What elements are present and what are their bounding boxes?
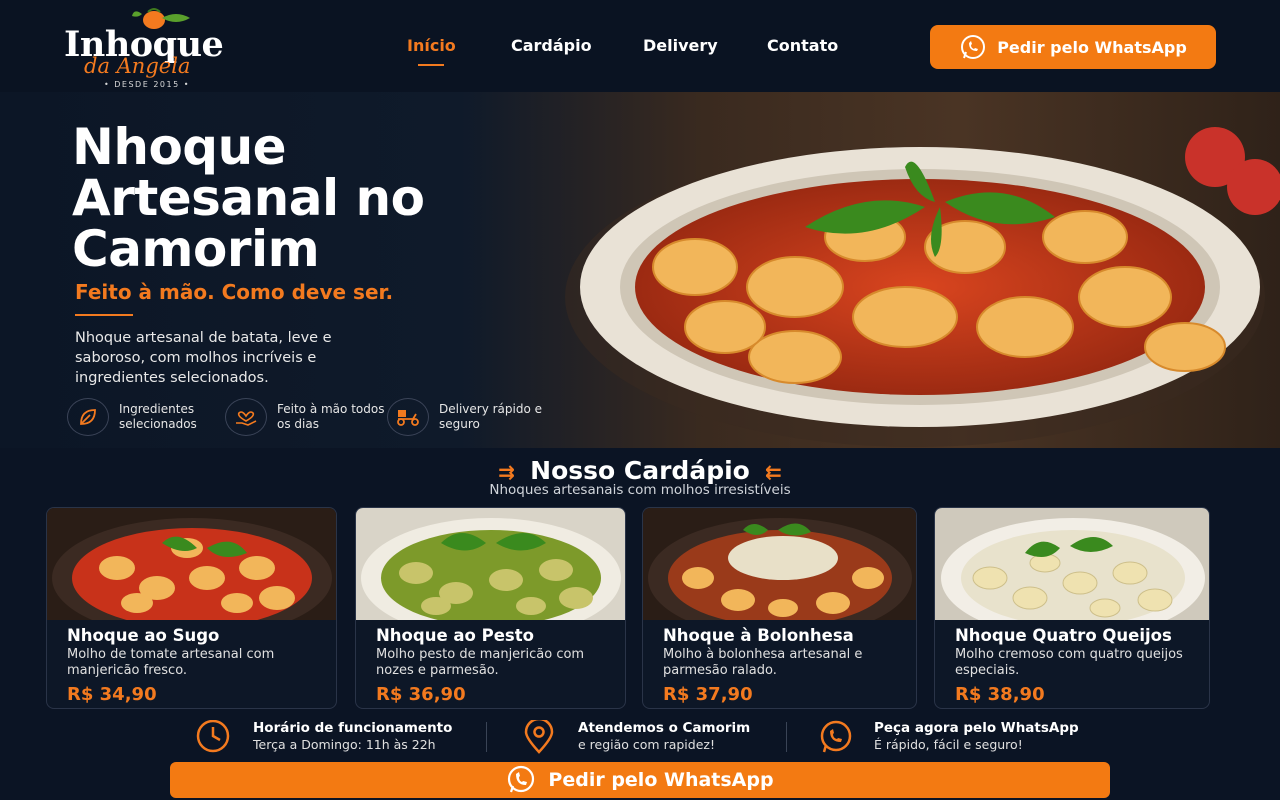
header-whatsapp-button[interactable]: Pedir pelo WhatsApp (930, 25, 1216, 69)
menu-card-pesto[interactable]: Nhoque ao Pesto Molho pesto de manjericã… (355, 507, 626, 709)
menu-card-quatro-queijos[interactable]: Nhoque Quatro Queijos Molho cremoso com … (934, 507, 1210, 709)
hero-divider (75, 314, 133, 316)
location-pin-icon (524, 720, 554, 754)
menu-subtitle: Nhoques artesanais com molhos irresistív… (489, 482, 791, 498)
whatsapp-icon (820, 720, 852, 753)
delivery-scooter-icon (387, 398, 429, 436)
info-divider (786, 722, 787, 752)
hero-description: Nhoque artesanal de batata, leve e sabor… (75, 330, 332, 386)
info-area: Atendemos o Camorim e região com rapidez… (522, 720, 772, 756)
nav-item-delivery[interactable]: Delivery (643, 36, 718, 55)
menu-item-description: Molho de tomate artesanal com manjericão… (67, 647, 275, 678)
menu-title: Nosso Cardápio (530, 456, 750, 485)
hero-tagline: Feito à mão. Como deve ser. (75, 280, 394, 304)
header-cta-label: Pedir pelo WhatsApp (997, 37, 1187, 57)
menu-item-price: R$ 37,90 (663, 684, 753, 705)
whatsapp-icon (961, 35, 986, 59)
info-hours-subtitle: Terça a Domingo: 11h às 22h (253, 737, 436, 752)
decor-left-icon: ⇉ (498, 460, 516, 484)
quatro-queijos-dish-image (935, 508, 1209, 620)
hero-title: Nhoque Artesanal no Camorim (72, 118, 425, 278)
menu-item-description: Molho cremoso com quatro queijos especia… (955, 647, 1183, 678)
hero-section: Nhoque Artesanal no Camorim Feito à mão.… (0, 92, 1280, 448)
pesto-dish-image (356, 508, 625, 620)
bottom-cta-label: Pedir pelo WhatsApp (548, 769, 774, 791)
info-divider (486, 722, 487, 752)
nav-item-contato[interactable]: Contato (767, 36, 838, 55)
nav-active-indicator (418, 64, 444, 66)
menu-item-price: R$ 34,90 (67, 684, 157, 705)
sugo-dish-image (47, 508, 336, 620)
decor-right-icon: ⇇ (764, 460, 782, 484)
menu-item-name: Nhoque à Bolonhesa (663, 626, 854, 645)
info-whatsapp: Peça agora pelo WhatsApp É rápido, fácil… (816, 720, 1096, 756)
info-hours: Horário de funcionamento Terça a Domingo… (193, 720, 473, 756)
info-area-subtitle: e região com rapidez! (578, 737, 715, 752)
menu-card-bolonhesa[interactable]: Nhoque à Bolonhesa Molho à bolonhesa art… (642, 507, 917, 709)
heart-hand-icon (225, 398, 267, 436)
whatsapp-icon (508, 765, 535, 793)
menu-item-description: Molho pesto de manjericão com nozes e pa… (376, 647, 585, 678)
menu-item-name: Nhoque Quatro Queijos (955, 626, 1172, 645)
nav-item-inicio[interactable]: Início (407, 36, 456, 55)
feature-ingredients-text: Ingredientes selecionados (119, 402, 197, 431)
bottom-whatsapp-button[interactable]: Pedir pelo WhatsApp (170, 762, 1110, 798)
info-whatsapp-title: Peça agora pelo WhatsApp (874, 720, 1079, 736)
menu-item-name: Nhoque ao Sugo (67, 626, 220, 645)
menu-item-description: Molho à bolonhesa artesanal e parmesão r… (663, 647, 863, 678)
brand-logo[interactable]: Inhoque da Angela • DESDE 2015 • (62, 4, 242, 90)
feature-handmade-text: Feito à mão todos os dias (277, 402, 385, 431)
site-header: Inhoque da Angela • DESDE 2015 • Início … (0, 0, 1280, 92)
menu-item-price: R$ 36,90 (376, 684, 466, 705)
brand-since: • DESDE 2015 • (104, 80, 190, 89)
nav-item-cardapio[interactable]: Cardápio (511, 36, 592, 55)
feature-delivery-text: Delivery rápido e seguro (439, 402, 543, 431)
gnocchi-plate-image (565, 127, 1280, 447)
menu-card-sugo[interactable]: Nhoque ao Sugo Molho de tomate artesanal… (46, 507, 337, 709)
menu-item-name: Nhoque ao Pesto (376, 626, 534, 645)
brand-subname: da Angela (84, 54, 191, 78)
clock-icon (196, 720, 230, 753)
info-area-title: Atendemos o Camorim (578, 720, 751, 736)
leaf-icon (67, 398, 109, 436)
menu-item-price: R$ 38,90 (955, 684, 1045, 705)
info-whatsapp-subtitle: É rápido, fácil e seguro! (874, 737, 1023, 752)
menu-header: ⇉ Nosso Cardápio ⇇ (0, 456, 1280, 485)
info-hours-title: Horário de funcionamento (253, 720, 453, 736)
bolonhesa-dish-image (643, 508, 916, 620)
